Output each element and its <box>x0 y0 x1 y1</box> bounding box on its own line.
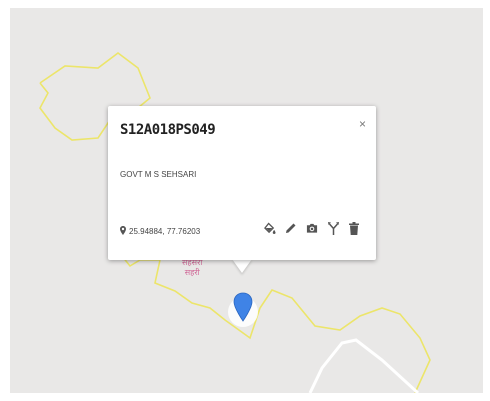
close-icon[interactable]: × <box>359 118 366 130</box>
map-pin-icon <box>120 226 126 237</box>
coordinates-row: 25.94884, 77.76203 <box>120 226 200 237</box>
popup-tail <box>232 259 252 273</box>
popup-title: S12A018PS049 <box>120 122 216 138</box>
directions-fork-icon[interactable] <box>327 221 339 235</box>
popup-actions <box>264 221 360 235</box>
location-marker-icon[interactable] <box>228 288 258 330</box>
popup-subtitle: GOVT M S SEHSARI <box>120 170 197 179</box>
road-line <box>308 338 420 393</box>
info-popup: S12A018PS049 × GOVT M S SEHSARI 25.94884… <box>108 106 376 260</box>
map-canvas[interactable]: सेहसरी सहरी S12A018PS049 × GOVT M S SEHS… <box>10 8 483 393</box>
boundary-line-south <box>154 259 431 393</box>
coordinates-text: 25.94884, 77.76203 <box>129 227 201 236</box>
trash-icon[interactable] <box>348 221 360 235</box>
place-label: सेहसरी सहरी <box>182 258 202 278</box>
place-label-line2: सहरी <box>184 268 200 277</box>
paint-bucket-icon[interactable] <box>264 221 276 235</box>
pencil-icon[interactable] <box>285 221 297 235</box>
camera-icon[interactable] <box>306 221 318 235</box>
